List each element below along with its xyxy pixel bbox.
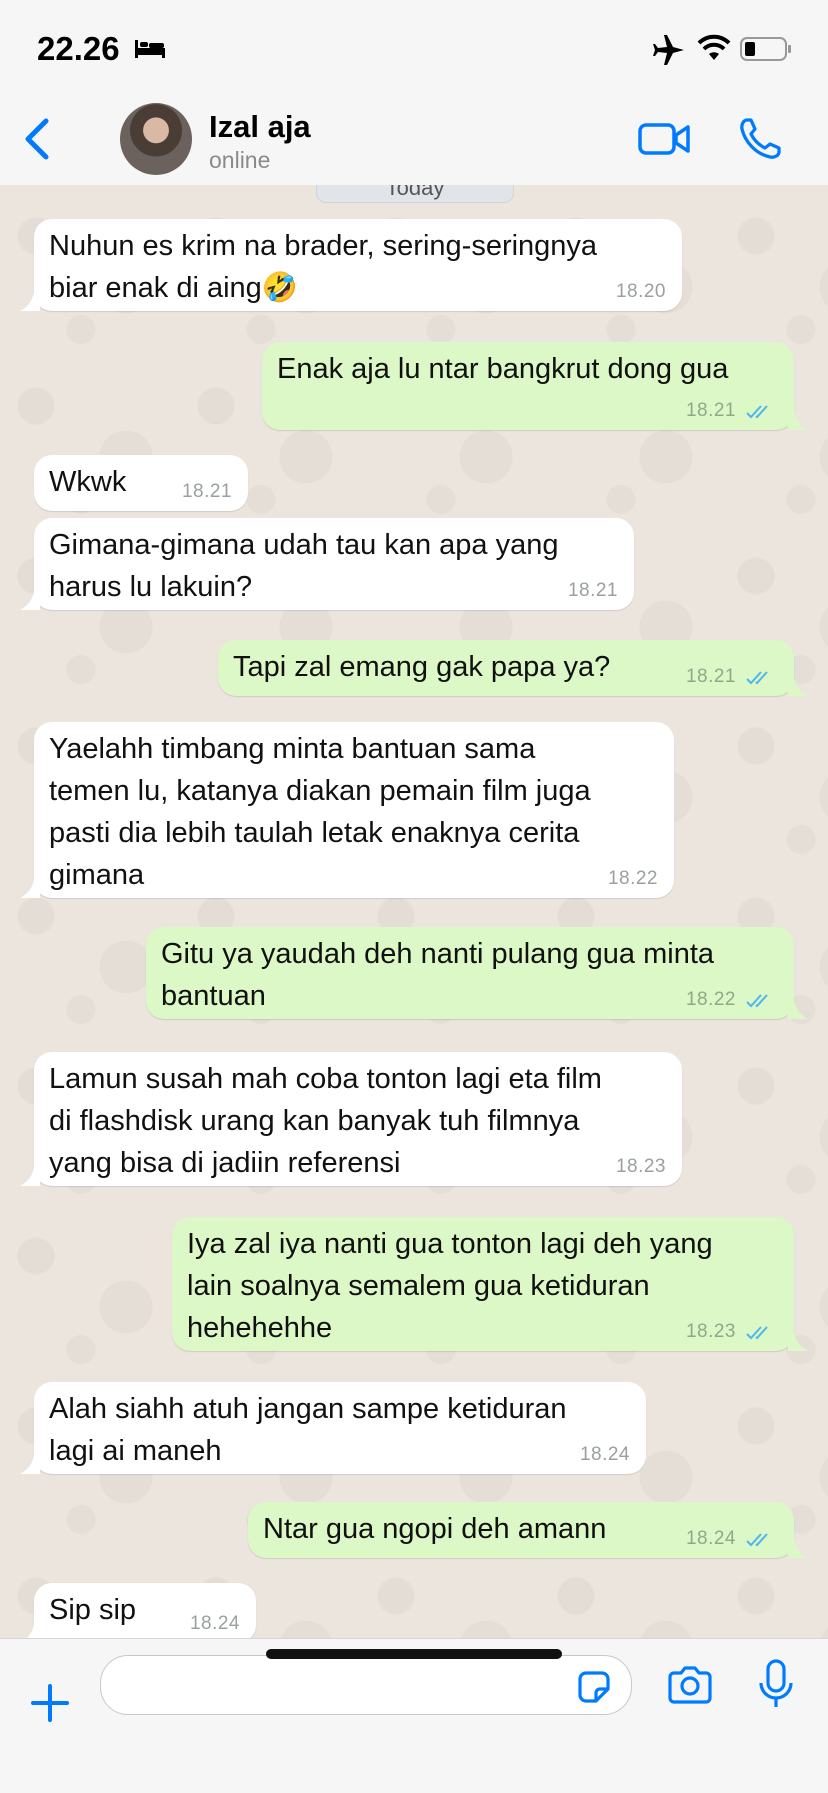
message-time: 18.22 — [607, 868, 658, 889]
message-incoming[interactable]: Nuhun es krim na brader, sering-seringny… — [20, 219, 682, 311]
status-bar: 22.26 — [0, 0, 828, 95]
message-incoming[interactable]: Gimana-gimana udah tau kan apa yang haru… — [20, 518, 634, 610]
message-outgoing[interactable]: Gitu ya yaudah deh nanti pulang gua mint… — [146, 927, 808, 1019]
bubble-tail — [20, 592, 40, 610]
message-time: 18.24 — [685, 1528, 736, 1549]
contact-avatar[interactable] — [120, 103, 192, 175]
bed-icon — [135, 40, 165, 58]
message-time: 18.20 — [615, 281, 666, 302]
message-time: 18.24 — [189, 1613, 240, 1634]
airplane-icon — [653, 35, 684, 65]
message-incoming[interactable]: Wkwk 18.21 — [34, 455, 248, 511]
message-text: Nuhun es krim na brader, sering-seringny… — [49, 230, 598, 304]
read-ticks-icon — [746, 405, 768, 419]
bubble-tail — [27, 1625, 40, 1638]
back-chevron-icon[interactable] — [22, 115, 52, 163]
bubble-tail — [20, 1168, 40, 1186]
message-text: Lamun susah mah coba tonton lagi eta fil… — [49, 1063, 602, 1179]
bubble-tail — [788, 1333, 808, 1351]
message-list[interactable]: Today Nuhun es krim na brader, sering-se… — [0, 185, 828, 1638]
message-time: 18.24 — [579, 1444, 630, 1465]
plus-icon[interactable] — [30, 1683, 70, 1723]
date-separator: Today — [316, 185, 514, 203]
chat-header: Izal aja online — [0, 95, 828, 186]
bubble-tail — [20, 293, 40, 311]
message-incoming[interactable]: Yaelahh timbang minta bantuan sama temen… — [20, 722, 674, 898]
message-time: 18.22 — [685, 989, 736, 1010]
wifi-icon — [697, 34, 731, 60]
message-outgoing[interactable]: Enak aja lu ntar bangkrut dong gua 18.21 — [262, 342, 808, 430]
message-text: Enak aja lu ntar bangkrut dong gua — [277, 353, 729, 385]
message-time: 18.21 — [181, 481, 232, 502]
read-ticks-icon — [746, 1326, 768, 1340]
camera-icon[interactable] — [666, 1665, 714, 1705]
message-input[interactable] — [100, 1655, 632, 1715]
bubble-tail — [788, 412, 808, 430]
message-text: Yaelahh timbang minta bantuan sama temen… — [49, 733, 591, 891]
message-outgoing[interactable]: Tapi zal emang gak papa ya? 18.21 — [218, 640, 808, 696]
message-time: 18.21 — [567, 580, 618, 601]
home-indicator[interactable] — [266, 1649, 562, 1659]
read-ticks-icon — [746, 671, 768, 685]
message-incoming[interactable]: Lamun susah mah coba tonton lagi eta fil… — [20, 1052, 682, 1186]
bubble-tail — [20, 1456, 40, 1474]
bubble-tail — [788, 1540, 808, 1558]
message-text: Gimana-gimana udah tau kan apa yang haru… — [49, 529, 559, 603]
composer-bar — [0, 1638, 828, 1793]
read-ticks-icon — [746, 994, 768, 1008]
message-outgoing[interactable]: Iya zal iya nanti gua tonton lagi deh ya… — [172, 1217, 808, 1351]
sticker-icon[interactable] — [576, 1669, 612, 1705]
message-outgoing[interactable]: Ntar gua ngopi deh amann 18.24 — [248, 1502, 808, 1558]
message-incoming[interactable]: Sip sip 18.24 — [27, 1583, 256, 1638]
battery-icon — [740, 37, 791, 61]
message-time: 18.21 — [685, 666, 736, 687]
bubble-tail — [788, 1001, 808, 1019]
message-incoming[interactable]: Alah siahh atuh jangan sampe ketiduran l… — [20, 1382, 646, 1474]
video-call-icon[interactable] — [638, 120, 690, 158]
message-text: Alah siahh atuh jangan sampe ketiduran l… — [49, 1393, 567, 1467]
read-ticks-icon — [746, 1533, 768, 1547]
microphone-icon[interactable] — [758, 1659, 794, 1711]
phone-icon[interactable] — [738, 117, 782, 161]
message-time: 18.23 — [685, 1321, 736, 1342]
contact-presence: online — [209, 147, 271, 173]
bubble-tail — [20, 880, 40, 898]
status-time: 22.26 — [37, 30, 120, 67]
bubble-tail — [788, 678, 808, 696]
message-time: 18.21 — [685, 400, 736, 421]
contact-name[interactable]: Izal aja — [209, 109, 311, 145]
message-time: 18.23 — [615, 1156, 666, 1177]
